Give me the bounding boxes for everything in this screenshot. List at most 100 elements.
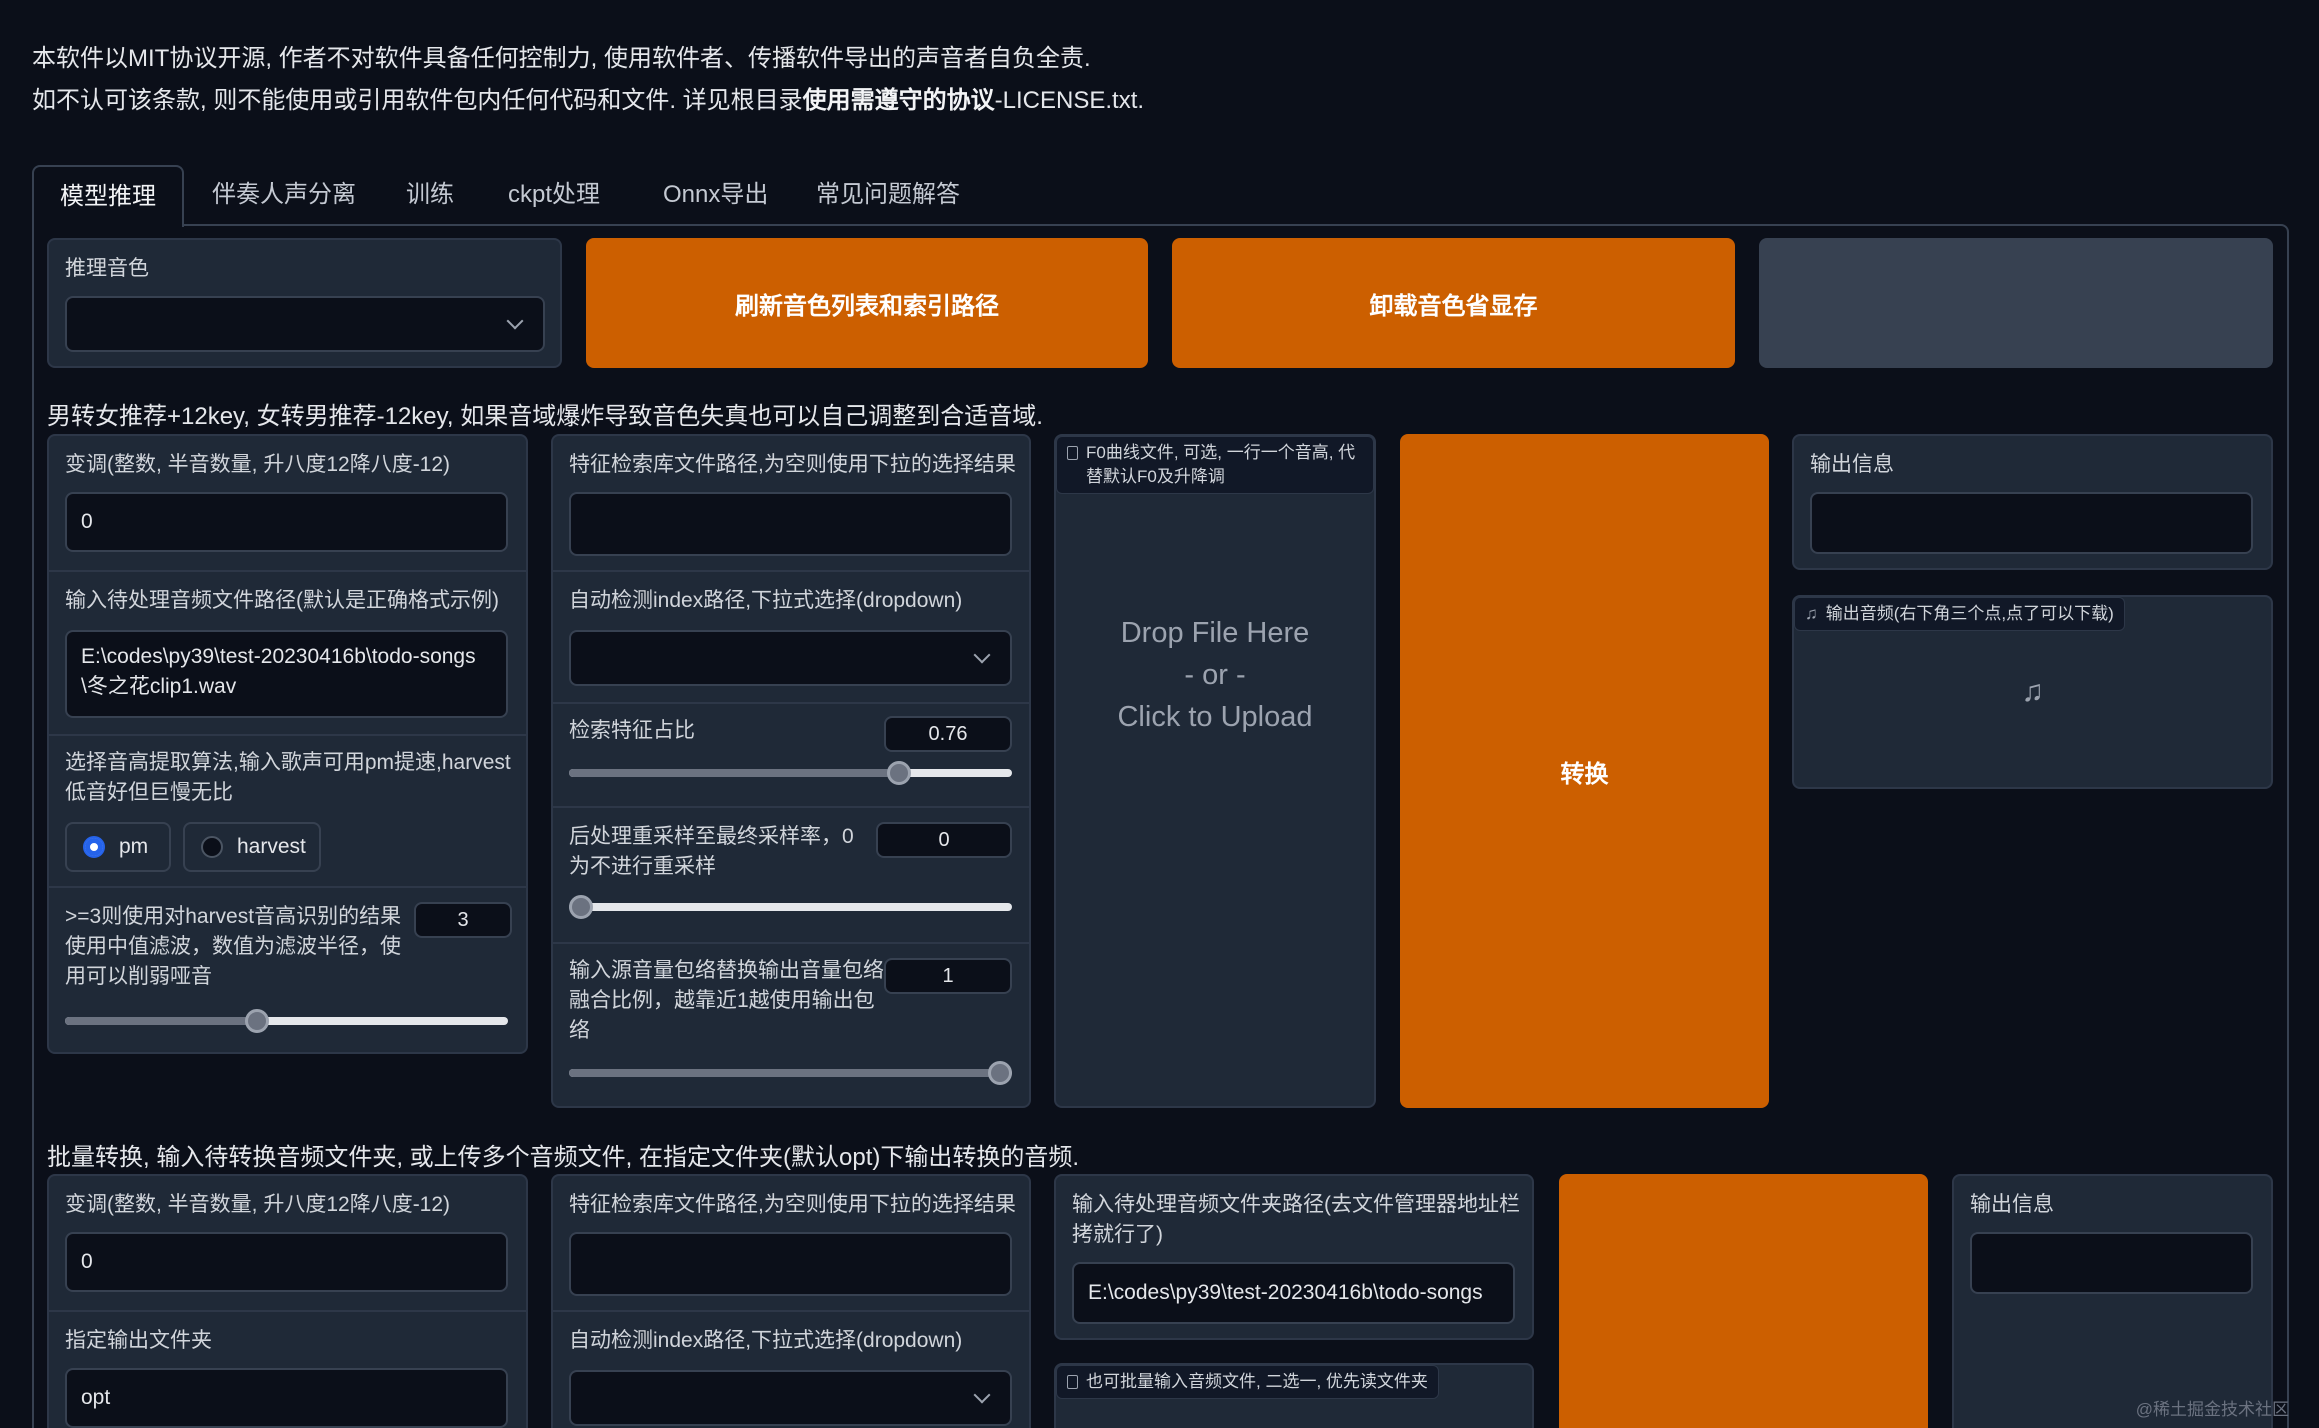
tab-training[interactable]: 训练 [380,165,480,225]
output-info-block: 输出信息 [1792,434,2273,570]
voice-select-block: 推理音色 [47,238,562,368]
radio-unselected-icon [201,836,223,858]
license-notice-line1: 本软件以MIT协议开源, 作者不对软件具备任何控制力, 使用软件者、传播软件导出… [32,45,1091,72]
drop-zone-text: Drop File Here - or - Click to Upload [1056,612,1374,738]
resample-number[interactable]: 0 [876,822,1012,858]
tab-model-inference[interactable]: 模型推理 [32,165,184,227]
output-audio-tag: ♫ 输出音频(右下角三个点,点了可以下载) [1794,597,2125,631]
batch-folder-input[interactable]: E:\codes\py39\test-20230416b\todo-songs [1072,1262,1515,1324]
radio-selected-icon [83,836,105,858]
pitch-option-harvest-label: harvest [237,835,306,858]
batch-index-path-label: 特征检索库文件路径,为空则使用下拉的选择结果 [569,1193,1016,1216]
batch-files-tag: 也可批量输入音频文件, 二选一, 优先读文件夹 [1056,1365,1439,1399]
music-note-icon: ♫ [1805,604,1818,623]
batch-index-path-input[interactable] [569,1232,1012,1296]
batch-folder-label: 输入待处理音频文件夹路径(去文件管理器地址栏拷就行了) [1072,1193,1520,1246]
batch-folder-block: 输入待处理音频文件夹路径(去文件管理器地址栏拷就行了) E:\codes\py3… [1054,1174,1534,1340]
chevron-down-icon [973,646,991,664]
input-path-field[interactable]: E:\codes\py39\test-20230416b\todo-songs\… [65,630,508,718]
batch-column-1: 变调(整数, 半音数量, 升八度12降八度-12) 0 指定输出文件夹 opt [47,1174,528,1428]
rms-mix-slider[interactable] [569,1060,1012,1086]
pitch-option-harvest[interactable]: harvest [183,822,321,872]
pitch-algo-label: 选择音高提取算法,输入歌声可用pm提速,harvest低音好但巨慢无比 [65,751,511,804]
resample-label: 后处理重采样至最终采样率，0为不进行重采样 [569,825,854,878]
batch-transpose-input[interactable]: 0 [65,1232,508,1292]
resample-slider[interactable] [569,894,1012,920]
batch-folder-value: E:\codes\py39\test-20230416b\todo-songs [1088,1281,1483,1304]
slider-fill [569,1069,1000,1077]
f0-file-label: F0曲线文件, 可选, 一行一个音高, 代替默认F0及升降调 [1086,443,1356,486]
license-notice-line2: 如不认可该条款, 则不能使用或引用软件包内任何代码和文件. 详见根目录使用需遵守… [32,80,1144,115]
tab-bar: 模型推理 伴奏人声分离 训练 ckpt处理 Onnx导出 常见问题解答 [32,165,2287,227]
rms-mix-number[interactable]: 1 [884,958,1012,994]
divider [49,570,526,572]
convert-button[interactable]: 转换 [1400,434,1769,1108]
output-info-field[interactable] [1810,492,2253,554]
batch-hint: 批量转换, 输入待转换音频文件夹, 或上传多个音频文件, 在指定文件夹(默认op… [47,1144,1080,1171]
rms-mix-label: 输入源音量包络替换输出音量包络融合比例，越靠近1越使用输出包络 [569,959,884,1042]
batch-auto-index-label: 自动检测index路径,下拉式选择(dropdown) [569,1329,963,1352]
drop-text-line2: - or - [1184,659,1246,691]
index-rate-label: 检索特征占比 [569,719,695,742]
tab-vocal-separation[interactable]: 伴奏人声分离 [186,165,382,225]
input-path-value: E:\codes\py39\test-20230416b\todo-songs\… [81,645,476,698]
resample-value: 0 [938,828,950,851]
unload-voice-button[interactable]: 卸载音色省显存 [1172,238,1735,368]
index-path-input[interactable] [569,492,1012,556]
divider [49,1310,526,1312]
index-rate-slider[interactable] [569,760,1012,786]
f0-file-tag: F0曲线文件, 可选, 一行一个音高, 代替默认F0及升降调 [1056,436,1374,494]
batch-output-info-field[interactable] [1970,1232,2253,1294]
median-filter-label: >=3则使用对harvest音高识别的结果使用中值滤波，数值为滤波半径，使用可以… [65,905,402,988]
pitch-option-pm-label: pm [119,835,149,858]
slider-fill [65,1017,258,1025]
single-params-column-2: 特征检索库文件路径,为空则使用下拉的选择结果 自动检测index路径,下拉式选择… [551,434,1031,1108]
license-notice-bold: 使用需遵守的协议 [802,87,995,114]
empty-button[interactable] [1759,238,2273,368]
tab-ckpt-processing[interactable]: ckpt处理 [482,165,626,225]
batch-transpose-value: 0 [81,1250,93,1273]
index-rate-number[interactable]: 0.76 [884,716,1012,752]
batch-files-upload[interactable]: 也可批量输入音频文件, 二选一, 优先读文件夹 [1054,1363,1534,1428]
file-icon [1067,446,1078,460]
voice-select-label: 推理音色 [65,257,149,280]
tab-onnx-export[interactable]: Onnx导出 [637,165,794,225]
batch-auto-index-dropdown[interactable] [569,1370,1012,1426]
median-filter-slider[interactable] [65,1008,508,1034]
batch-convert-button[interactable] [1559,1174,1928,1428]
batch-output-block: 输出信息 [1952,1174,2273,1428]
slider-thumb[interactable] [988,1061,1012,1085]
output-audio-block: ♫ 输出音频(右下角三个点,点了可以下载) ♫ [1792,595,2273,789]
transpose-label: 变调(整数, 半音数量, 升八度12降八度-12) [65,453,451,476]
median-filter-value: 3 [457,908,469,931]
output-folder-input[interactable]: opt [65,1368,508,1428]
refresh-voice-list-button[interactable]: 刷新音色列表和索引路径 [586,238,1148,368]
divider [553,570,1029,572]
single-params-column-1: 变调(整数, 半音数量, 升八度12降八度-12) 0 输入待处理音频文件路径(… [47,434,528,1054]
batch-files-label: 也可批量输入音频文件, 二选一, 优先读文件夹 [1086,1372,1428,1391]
file-icon [1067,1375,1078,1389]
output-info-label: 输出信息 [1810,453,1894,476]
divider [553,806,1029,808]
f0-file-upload[interactable]: F0曲线文件, 可选, 一行一个音高, 代替默认F0及升降调 Drop File… [1054,434,1376,1108]
transpose-input[interactable]: 0 [65,492,508,552]
slider-thumb[interactable] [569,895,593,919]
output-folder-label: 指定输出文件夹 [65,1329,212,1352]
slider-thumb[interactable] [245,1009,270,1033]
divider [553,1310,1029,1312]
divider [553,942,1029,944]
divider [553,702,1029,704]
auto-index-dropdown[interactable] [569,630,1012,686]
voice-select-dropdown[interactable] [65,296,545,352]
input-path-label: 输入待处理音频文件路径(默认是正确格式示例) [65,589,499,612]
audio-placeholder-icon: ♫ [2021,675,2044,708]
license-notice-prefix: 如不认可该条款, 则不能使用或引用软件包内任何代码和文件. 详见根目录 [32,87,803,114]
tab-faq[interactable]: 常见问题解答 [790,165,986,225]
divider [49,734,526,736]
output-audio-label: 输出音频(右下角三个点,点了可以下载) [1825,604,2114,623]
median-filter-number[interactable]: 3 [414,902,512,938]
slider-thumb[interactable] [887,761,912,785]
batch-output-info-label: 输出信息 [1970,1193,2054,1216]
pitch-option-pm[interactable]: pm [65,822,171,872]
divider [49,886,526,888]
